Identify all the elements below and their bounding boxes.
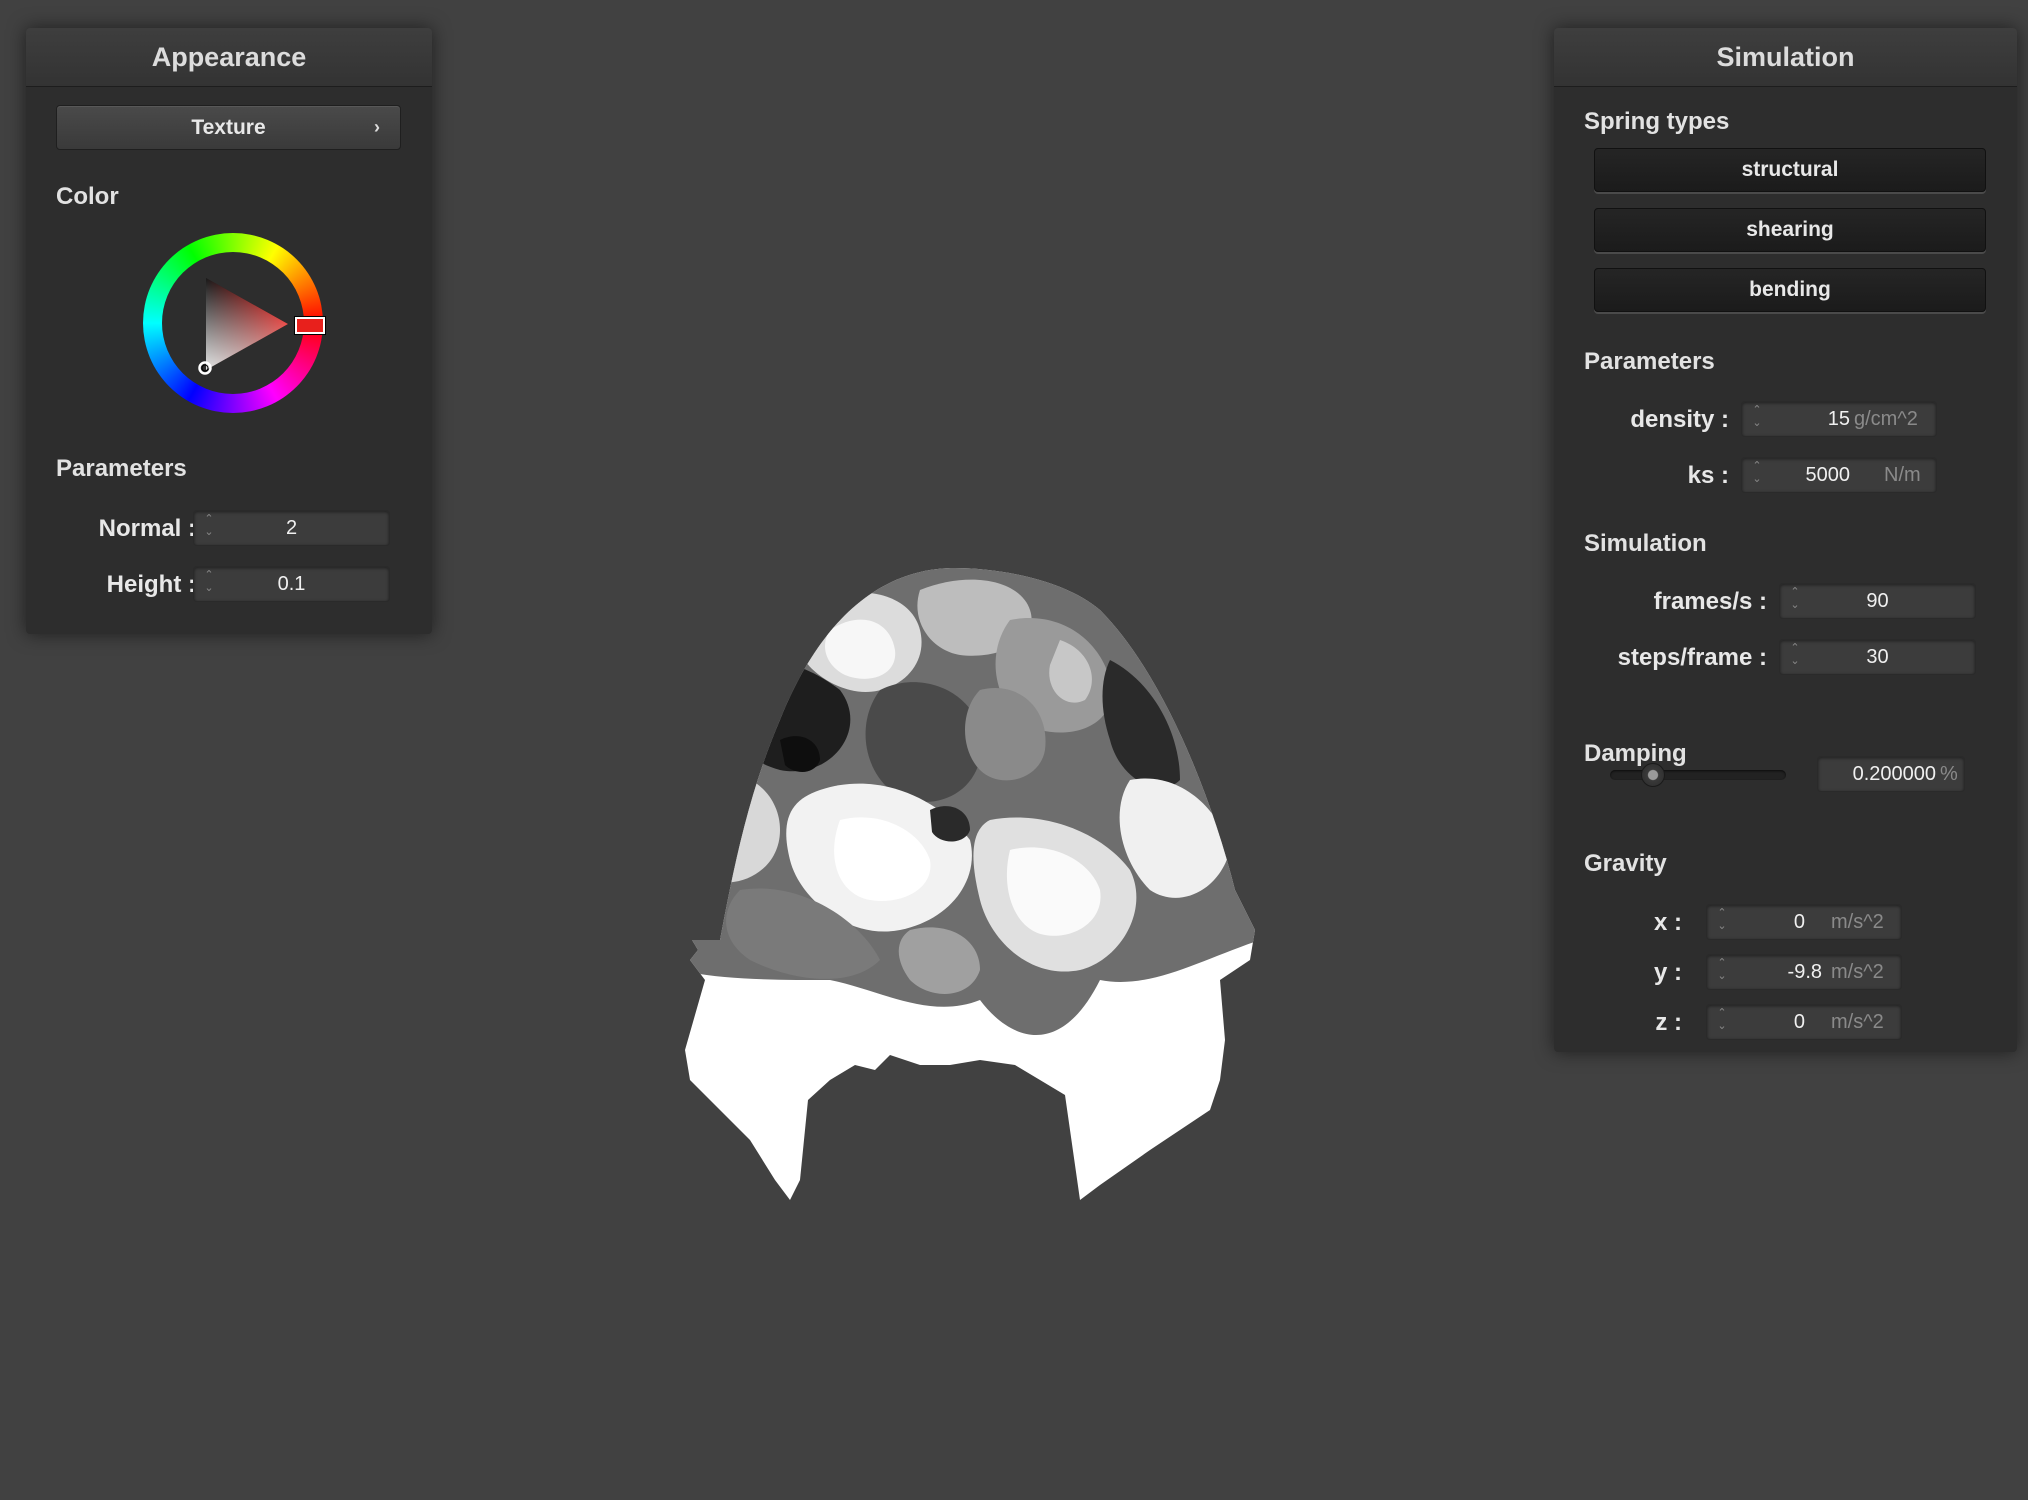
texture-button-label: Texture: [191, 116, 266, 139]
spring-shearing-toggle[interactable]: shearing: [1594, 208, 1986, 252]
color-wheel[interactable]: [143, 233, 326, 413]
ks-label: ks :: [1687, 462, 1729, 489]
fps-value: 90: [1866, 590, 1889, 612]
gravity-y-input[interactable]: ⌃ ⌄ -9.8 m/s^2: [1706, 954, 1902, 990]
gravity-z-label: z :: [1655, 1009, 1682, 1036]
appearance-parameters-label: Parameters: [56, 455, 187, 482]
sim-parameters-label: Parameters: [1584, 348, 1715, 375]
spring-bending-label: bending: [1749, 278, 1831, 301]
simulation-title: Simulation: [1554, 28, 2017, 87]
spring-structural-label: structural: [1741, 158, 1839, 181]
spring-shearing-label: shearing: [1746, 218, 1834, 241]
gravity-x-input[interactable]: ⌃ ⌄ 0 m/s^2: [1706, 904, 1902, 940]
normal-input[interactable]: ⌃ ⌄ 2: [193, 510, 390, 546]
gravity-label: Gravity: [1584, 850, 1667, 877]
normal-label: Normal :: [98, 515, 196, 542]
spring-bending-toggle[interactable]: bending: [1594, 268, 1986, 312]
damping-unit: %: [1940, 763, 1958, 785]
steps-input[interactable]: ⌃ ⌄ 30: [1779, 639, 1976, 675]
gravity-x-label: x :: [1653, 909, 1682, 936]
texture-button[interactable]: Texture ›: [56, 105, 401, 150]
density-value: 15: [1827, 408, 1850, 430]
gravity-y-unit: m/s^2: [1831, 961, 1884, 983]
gravity-y-label: y :: [1653, 959, 1682, 986]
ks-unit: N/m: [1884, 464, 1921, 486]
chevron-right-icon: ›: [374, 117, 380, 137]
appearance-panel: Appearance Texture › Color Parameters No…: [26, 28, 432, 634]
gravity-x-value: 0: [1793, 911, 1805, 933]
fps-input[interactable]: ⌃ ⌄ 90: [1779, 583, 1976, 619]
ks-input[interactable]: ⌃ ⌄ 5000 N/m: [1741, 457, 1937, 493]
density-label: density :: [1630, 406, 1729, 433]
gravity-z-unit: m/s^2: [1831, 1011, 1884, 1033]
gravity-z-input[interactable]: ⌃ ⌄ 0 m/s^2: [1706, 1004, 1902, 1040]
damping-slider-knob[interactable]: [1641, 763, 1665, 787]
appearance-title: Appearance: [26, 28, 432, 87]
density-unit: g/cm^2: [1854, 408, 1918, 430]
steps-value: 30: [1866, 646, 1889, 668]
spring-structural-toggle[interactable]: structural: [1594, 148, 1986, 192]
height-input[interactable]: ⌃ ⌄ 0.1: [193, 566, 390, 602]
ks-value: 5000: [1805, 464, 1851, 486]
fps-label: frames/s :: [1653, 588, 1767, 615]
simulation-section-label: Simulation: [1584, 530, 1707, 557]
damping-slider[interactable]: [1610, 762, 1786, 787]
simulation-panel: Simulation Spring types structural shear…: [1554, 28, 2017, 1052]
gravity-z-value: 0: [1793, 1011, 1805, 1033]
gravity-y-value: -9.8: [1787, 961, 1822, 983]
steps-label: steps/frame :: [1617, 644, 1767, 671]
damping-value: 0.200000: [1852, 763, 1936, 785]
normal-value: 2: [285, 517, 298, 539]
cloth-simulation-render[interactable]: [680, 560, 1260, 1210]
color-label: Color: [56, 183, 119, 210]
height-label: Height :: [106, 571, 196, 598]
density-input[interactable]: ⌃ ⌄ 15 g/cm^2: [1741, 401, 1937, 437]
damping-input[interactable]: 0.200000 %: [1817, 756, 1965, 792]
height-value: 0.1: [277, 573, 306, 595]
spring-types-label: Spring types: [1584, 108, 1730, 135]
hue-selector-handle[interactable]: [294, 316, 326, 335]
gravity-x-unit: m/s^2: [1831, 911, 1884, 933]
damping-slider-track[interactable]: [1610, 770, 1786, 780]
